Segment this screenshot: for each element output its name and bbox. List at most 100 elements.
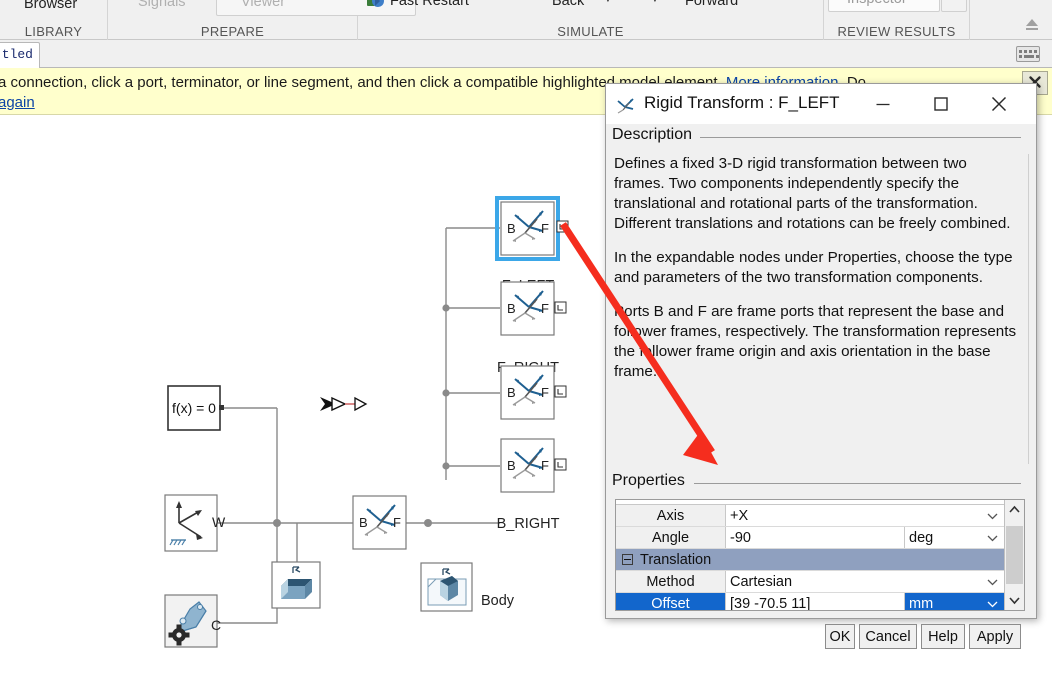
ribbon-group-simulate: Fast Restart Back ▼ ▼ Forward SIMULATE bbox=[358, 0, 824, 40]
block-body[interactable]: Body bbox=[420, 562, 515, 612]
inspector-dropdown-frame[interactable] bbox=[941, 0, 967, 12]
chevron-down-icon[interactable] bbox=[987, 574, 998, 590]
dialog-title-bar[interactable]: Rigid Transform : F_LEFT bbox=[606, 84, 1036, 124]
scroll-up-button[interactable] bbox=[1005, 500, 1024, 520]
collapse-ribbon-icon[interactable] bbox=[1022, 9, 1042, 33]
description-text: Defines a fixed 3-D rigid transformation… bbox=[608, 154, 1027, 464]
table-row-offset[interactable]: Offset [39 -70.5 11] mm bbox=[616, 593, 1004, 610]
properties-section-rule bbox=[694, 483, 1021, 484]
description-section-rule bbox=[700, 137, 1021, 138]
block-mechanism-configuration[interactable]: C bbox=[164, 594, 221, 648]
property-unit-offset-text: mm bbox=[909, 596, 934, 610]
properties-scrollbar[interactable] bbox=[1004, 500, 1024, 610]
back-button[interactable]: Back bbox=[552, 0, 584, 9]
fast-restart-icon bbox=[366, 0, 385, 16]
forward-button[interactable]: Forward bbox=[685, 0, 738, 9]
table-row-angle[interactable]: Angle -90 deg bbox=[616, 527, 1004, 549]
ribbon-group-title-review-results: REVIEW RESULTS bbox=[837, 24, 956, 39]
property-unit-angle-text: deg bbox=[909, 529, 934, 546]
rigid-f-port-label: F bbox=[393, 515, 401, 530]
cancel-button[interactable]: Cancel bbox=[859, 624, 917, 649]
block-f-right[interactable]: B F F_RIGHT bbox=[497, 281, 567, 376]
block-f-left[interactable]: B F F_LEFT bbox=[495, 196, 569, 294]
properties-grid: Axis +X Angle -90 deg Translation Method… bbox=[615, 499, 1025, 611]
block-label-body: Body bbox=[481, 593, 515, 609]
chevron-down-icon[interactable] bbox=[987, 596, 998, 610]
property-value-offset-text: [39 -70.5 11] bbox=[730, 596, 811, 610]
keyboard-icon[interactable] bbox=[1016, 46, 1040, 62]
solver-label: f(x) = 0 bbox=[172, 400, 216, 416]
table-row-method[interactable]: Method Cartesian bbox=[616, 571, 1004, 593]
simulate-chevron-down-icon[interactable]: ▼ bbox=[650, 0, 660, 5]
inspector-button[interactable]: Inspector bbox=[847, 0, 907, 7]
block-b-right[interactable]: B F B_RIGHT bbox=[497, 438, 567, 532]
properties-section-label: Properties bbox=[612, 472, 689, 490]
library-browser-button[interactable]: Browser bbox=[24, 0, 77, 12]
property-value-offset[interactable]: [39 -70.5 11] bbox=[726, 593, 904, 610]
fast-restart-button[interactable]: Fast Restart bbox=[390, 0, 469, 9]
description-section-label: Description bbox=[612, 126, 697, 144]
junction-dot bbox=[442, 462, 450, 470]
banner-text-a: a connection, click a port, terminator, … bbox=[0, 74, 539, 91]
ribbon-group-title-simulate: SIMULATE bbox=[557, 24, 624, 39]
dialog-button-bar: OK Cancel Help Apply bbox=[606, 624, 1036, 656]
property-name-offset: Offset bbox=[616, 593, 726, 610]
dialog-close-button[interactable] bbox=[976, 84, 1022, 124]
banner-again-link[interactable]: again bbox=[0, 94, 35, 111]
table-row-translation-group[interactable]: Translation bbox=[616, 549, 1004, 571]
model-tab-untitled[interactable]: tled bbox=[0, 42, 40, 68]
ribbon-group-prepare: Signals Viewer PREPARE bbox=[108, 0, 416, 40]
svg-text:F: F bbox=[541, 221, 549, 236]
property-name-method: Method bbox=[616, 571, 726, 592]
help-button[interactable]: Help bbox=[921, 624, 965, 649]
block-world-frame[interactable]: W bbox=[164, 494, 226, 552]
table-row-axis[interactable]: Axis +X bbox=[616, 505, 1004, 527]
property-value-angle-text: -90 bbox=[730, 529, 751, 546]
junction-dot bbox=[273, 519, 281, 527]
signals-button[interactable]: Signals bbox=[138, 0, 186, 10]
ribbon-group-title-library: LIBRARY bbox=[24, 24, 83, 39]
viewer-button[interactable]: Viewer bbox=[241, 0, 285, 10]
ok-button[interactable]: OK bbox=[825, 624, 855, 649]
ribbon-group-library: Browser LIBRARY bbox=[0, 0, 108, 40]
svg-text:B: B bbox=[507, 221, 516, 236]
property-value-angle[interactable]: -90 bbox=[726, 527, 904, 548]
ribbon-group-title-prepare: PREPARE bbox=[200, 24, 265, 39]
property-unit-offset[interactable]: mm bbox=[904, 593, 1004, 610]
scrollbar-thumb[interactable] bbox=[1006, 526, 1023, 584]
block-rigid-transform-unnamed[interactable]: B F bbox=[352, 495, 407, 550]
property-value-axis[interactable]: +X bbox=[726, 505, 1004, 526]
signal-connector-glyph[interactable] bbox=[320, 396, 368, 412]
chevron-down-icon[interactable] bbox=[987, 508, 998, 524]
svg-text:B: B bbox=[507, 458, 516, 473]
apply-button[interactable]: Apply bbox=[969, 624, 1021, 649]
config-port-label: C bbox=[211, 617, 221, 633]
dialog-minimize-button[interactable] bbox=[860, 84, 906, 124]
block-solver-configuration[interactable]: f(x) = 0 bbox=[167, 385, 224, 431]
model-tab-label: tled bbox=[1, 47, 33, 62]
back-chevron-down-icon[interactable]: ▼ bbox=[603, 0, 613, 5]
svg-text:F: F bbox=[541, 458, 549, 473]
property-unit-angle[interactable]: deg bbox=[904, 527, 1004, 548]
maximize-icon bbox=[934, 97, 948, 111]
description-paragraph-3: Ports B and F are frame ports that repre… bbox=[614, 303, 1017, 380]
dialog-maximize-button[interactable] bbox=[918, 84, 964, 124]
description-paragraph-1: Defines a fixed 3-D rigid transformation… bbox=[614, 155, 1011, 232]
application-window: Browser LIBRARY Signals Viewer PREPARE F… bbox=[0, 0, 1052, 700]
chevron-down-icon[interactable] bbox=[987, 530, 998, 546]
svg-text:B: B bbox=[507, 301, 516, 316]
property-value-axis-text: +X bbox=[730, 507, 749, 524]
property-value-method[interactable]: Cartesian bbox=[726, 571, 1004, 592]
rigid-b-port-label: B bbox=[359, 515, 368, 530]
dialog-body: Description Defines a fixed 3-D rigid tr… bbox=[606, 124, 1036, 649]
block-solid-unnamed[interactable] bbox=[271, 561, 321, 609]
junction-dot bbox=[442, 389, 450, 397]
scroll-down-button[interactable] bbox=[1005, 590, 1024, 610]
property-group-translation-label: Translation bbox=[640, 551, 712, 568]
collapse-expander-icon[interactable] bbox=[622, 554, 633, 565]
ribbon-toolbar: Browser LIBRARY Signals Viewer PREPARE F… bbox=[0, 0, 1052, 40]
property-name-axis: Axis bbox=[616, 505, 726, 526]
description-paragraph-2: In the expandable nodes under Properties… bbox=[614, 249, 1013, 286]
property-group-translation[interactable]: Translation bbox=[616, 549, 1004, 570]
description-scrollbar[interactable] bbox=[1028, 154, 1036, 464]
